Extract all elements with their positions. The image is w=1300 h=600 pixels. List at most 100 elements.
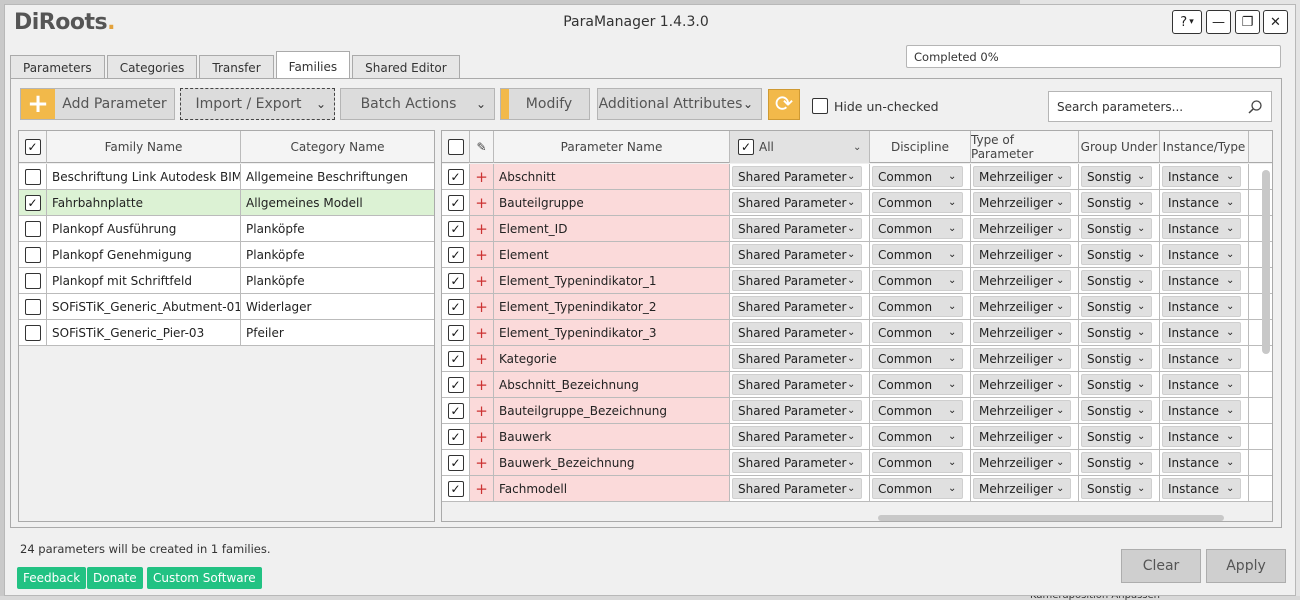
feedback-button[interactable]: Feedback (17, 567, 87, 589)
hide-unchecked-checkbox[interactable] (812, 98, 828, 114)
plus-icon[interactable]: + (475, 298, 488, 316)
type-of-parameter-header[interactable]: Type of Parameter (971, 131, 1079, 163)
parameter-checkbox[interactable]: ✓ (447, 194, 464, 211)
plus-icon[interactable]: + (475, 324, 488, 342)
family-checkbox[interactable] (24, 220, 41, 237)
discipline-dropdown[interactable]: Common ⌄ (872, 426, 963, 447)
parameter-checkbox[interactable]: ✓ (447, 402, 464, 419)
select-all-params-checkbox[interactable] (447, 139, 464, 155)
group-dropdown[interactable]: Sonstig ⌄ (1081, 218, 1152, 239)
family-row[interactable]: SOFiSTiK_Generic_Abutment-01 Widerlager (19, 294, 434, 320)
type-dropdown[interactable]: Mehrzeiliger ⌄ (973, 348, 1071, 369)
parameter-row[interactable]: ✓ + Element_Typenindikator_3 Shared Paramet… (442, 320, 1272, 346)
additional-attributes-dropdown[interactable]: Additional Attributes ⌄ (597, 88, 762, 120)
discipline-dropdown[interactable]: Common ⌄ (872, 478, 963, 499)
instance-dropdown[interactable]: Instance ⌄ (1162, 478, 1241, 499)
group-dropdown[interactable]: Sonstig ⌄ (1081, 478, 1152, 499)
family-row[interactable]: Plankopf Genehmigung Planköpfe (19, 242, 434, 268)
all-filter-checkbox[interactable]: ✓ (738, 139, 754, 155)
restore-button[interactable]: ❐ (1235, 10, 1260, 34)
type-dropdown[interactable]: Mehrzeiliger ⌄ (973, 218, 1071, 239)
parameter-row[interactable]: ✓ + Kategorie Shared Parameter ⌄ Common ⌄ Mehrz… (442, 346, 1272, 372)
parameter-kind-dropdown[interactable]: Shared Parameter ⌄ (732, 322, 862, 343)
instance-dropdown[interactable]: Instance ⌄ (1162, 452, 1241, 473)
parameter-kind-dropdown[interactable]: Shared Parameter ⌄ (732, 452, 862, 473)
parameter-row[interactable]: ✓ + Bauwerk_Bezeichnung Shared Parameter ⌄ Co… (442, 450, 1272, 476)
parameter-kind-dropdown[interactable]: Shared Parameter ⌄ (732, 426, 862, 447)
discipline-dropdown[interactable]: Common ⌄ (872, 218, 963, 239)
parameter-kind-dropdown[interactable]: Shared Parameter ⌄ (732, 166, 862, 187)
parameter-kind-dropdown[interactable]: Shared Parameter ⌄ (732, 218, 862, 239)
family-checkbox[interactable] (24, 272, 41, 289)
refresh-button[interactable]: ⟳ (768, 89, 800, 120)
import-export-dropdown[interactable]: Import / Export ⌄ (180, 88, 335, 120)
parameter-row[interactable]: ✓ + Element Shared Parameter ⌄ Common ⌄ Mehrzei… (442, 242, 1272, 268)
plus-icon[interactable]: + (475, 480, 488, 498)
group-dropdown[interactable]: Sonstig ⌄ (1081, 322, 1152, 343)
modify-button[interactable]: Modify (500, 88, 590, 120)
category-name-header[interactable]: Category Name (241, 131, 434, 163)
plus-icon[interactable]: + (475, 246, 488, 264)
parameter-row[interactable]: ✓ + Element_Typenindikator_1 Shared Paramet… (442, 268, 1272, 294)
parameter-checkbox[interactable]: ✓ (447, 298, 464, 315)
type-dropdown[interactable]: Mehrzeiliger ⌄ (973, 478, 1071, 499)
group-dropdown[interactable]: Sonstig ⌄ (1081, 296, 1152, 317)
instance-dropdown[interactable]: Instance ⌄ (1162, 374, 1241, 395)
family-name-header[interactable]: Family Name (47, 131, 241, 163)
all-filter-dropdown[interactable]: ✓ All ⌄ (730, 131, 870, 163)
discipline-dropdown[interactable]: Common ⌄ (872, 348, 963, 369)
parameter-checkbox[interactable]: ✓ (447, 350, 464, 367)
type-dropdown[interactable]: Mehrzeiliger ⌄ (973, 166, 1071, 187)
parameter-kind-dropdown[interactable]: Shared Parameter ⌄ (732, 400, 862, 421)
parameter-checkbox[interactable]: ✓ (447, 246, 464, 263)
instance-dropdown[interactable]: Instance ⌄ (1162, 400, 1241, 421)
search-input[interactable]: Search parameters... (1048, 91, 1272, 122)
parameter-checkbox[interactable]: ✓ (447, 428, 464, 445)
instance-type-header[interactable]: Instance/Type (1160, 131, 1249, 163)
instance-dropdown[interactable]: Instance ⌄ (1162, 166, 1241, 187)
parameter-row[interactable]: ✓ + Bauteilgruppe_Bezeichnung Shared Parame… (442, 398, 1272, 424)
group-under-header[interactable]: Group Under (1079, 131, 1160, 163)
discipline-dropdown[interactable]: Common ⌄ (872, 166, 963, 187)
group-dropdown[interactable]: Sonstig ⌄ (1081, 192, 1152, 213)
hide-unchecked-toggle[interactable]: Hide un-checked (812, 98, 939, 114)
group-dropdown[interactable]: Sonstig ⌄ (1081, 166, 1152, 187)
group-dropdown[interactable]: Sonstig ⌄ (1081, 270, 1152, 291)
family-row[interactable]: Plankopf mit Schriftfeld Planköpfe (19, 268, 434, 294)
parameter-checkbox[interactable]: ✓ (447, 168, 464, 185)
plus-icon[interactable]: + (475, 428, 488, 446)
plus-icon[interactable]: + (475, 194, 488, 212)
parameter-checkbox[interactable]: ✓ (447, 272, 464, 289)
group-dropdown[interactable]: Sonstig ⌄ (1081, 374, 1152, 395)
parameter-row[interactable]: ✓ + Fachmodell Shared Parameter ⌄ Common ⌄ Mehr… (442, 476, 1272, 502)
family-row[interactable]: Plankopf Ausführung Planköpfe (19, 216, 434, 242)
type-dropdown[interactable]: Mehrzeiliger ⌄ (973, 192, 1071, 213)
parameter-kind-dropdown[interactable]: Shared Parameter ⌄ (732, 348, 862, 369)
discipline-header[interactable]: Discipline (870, 131, 971, 163)
parameter-kind-dropdown[interactable]: Shared Parameter ⌄ (732, 478, 862, 499)
instance-dropdown[interactable]: Instance ⌄ (1162, 296, 1241, 317)
parameter-name-header[interactable]: Parameter Name (494, 131, 730, 163)
group-dropdown[interactable]: Sonstig ⌄ (1081, 348, 1152, 369)
tab-families[interactable]: Families (275, 51, 351, 81)
parameter-kind-dropdown[interactable]: Shared Parameter ⌄ (732, 192, 862, 213)
discipline-dropdown[interactable]: Common ⌄ (872, 452, 963, 473)
type-dropdown[interactable]: Mehrzeiliger ⌄ (973, 426, 1071, 447)
family-row[interactable]: SOFiSTiK_Generic_Pier-03 Pfeiler (19, 320, 434, 346)
parameter-row[interactable]: ✓ + Bauwerk Shared Parameter ⌄ Common ⌄ Mehrzei… (442, 424, 1272, 450)
parameter-kind-dropdown[interactable]: Shared Parameter ⌄ (732, 270, 862, 291)
plus-icon[interactable]: + (475, 350, 488, 368)
donate-button[interactable]: Donate (87, 567, 143, 589)
plus-icon[interactable]: + (475, 272, 488, 290)
discipline-dropdown[interactable]: Common ⌄ (872, 270, 963, 291)
parameter-row[interactable]: ✓ + Bauteilgruppe Shared Parameter ⌄ Common ⌄ M… (442, 190, 1272, 216)
discipline-dropdown[interactable]: Common ⌄ (872, 322, 963, 343)
select-all-families-checkbox[interactable]: ✓ (24, 139, 41, 155)
parameter-checkbox[interactable]: ✓ (447, 454, 464, 471)
type-dropdown[interactable]: Mehrzeiliger ⌄ (973, 400, 1071, 421)
horizontal-scrollbar[interactable] (878, 515, 1224, 521)
type-dropdown[interactable]: Mehrzeiliger ⌄ (973, 270, 1071, 291)
plus-icon[interactable]: + (475, 168, 488, 186)
instance-dropdown[interactable]: Instance ⌄ (1162, 244, 1241, 265)
parameter-kind-dropdown[interactable]: Shared Parameter ⌄ (732, 296, 862, 317)
